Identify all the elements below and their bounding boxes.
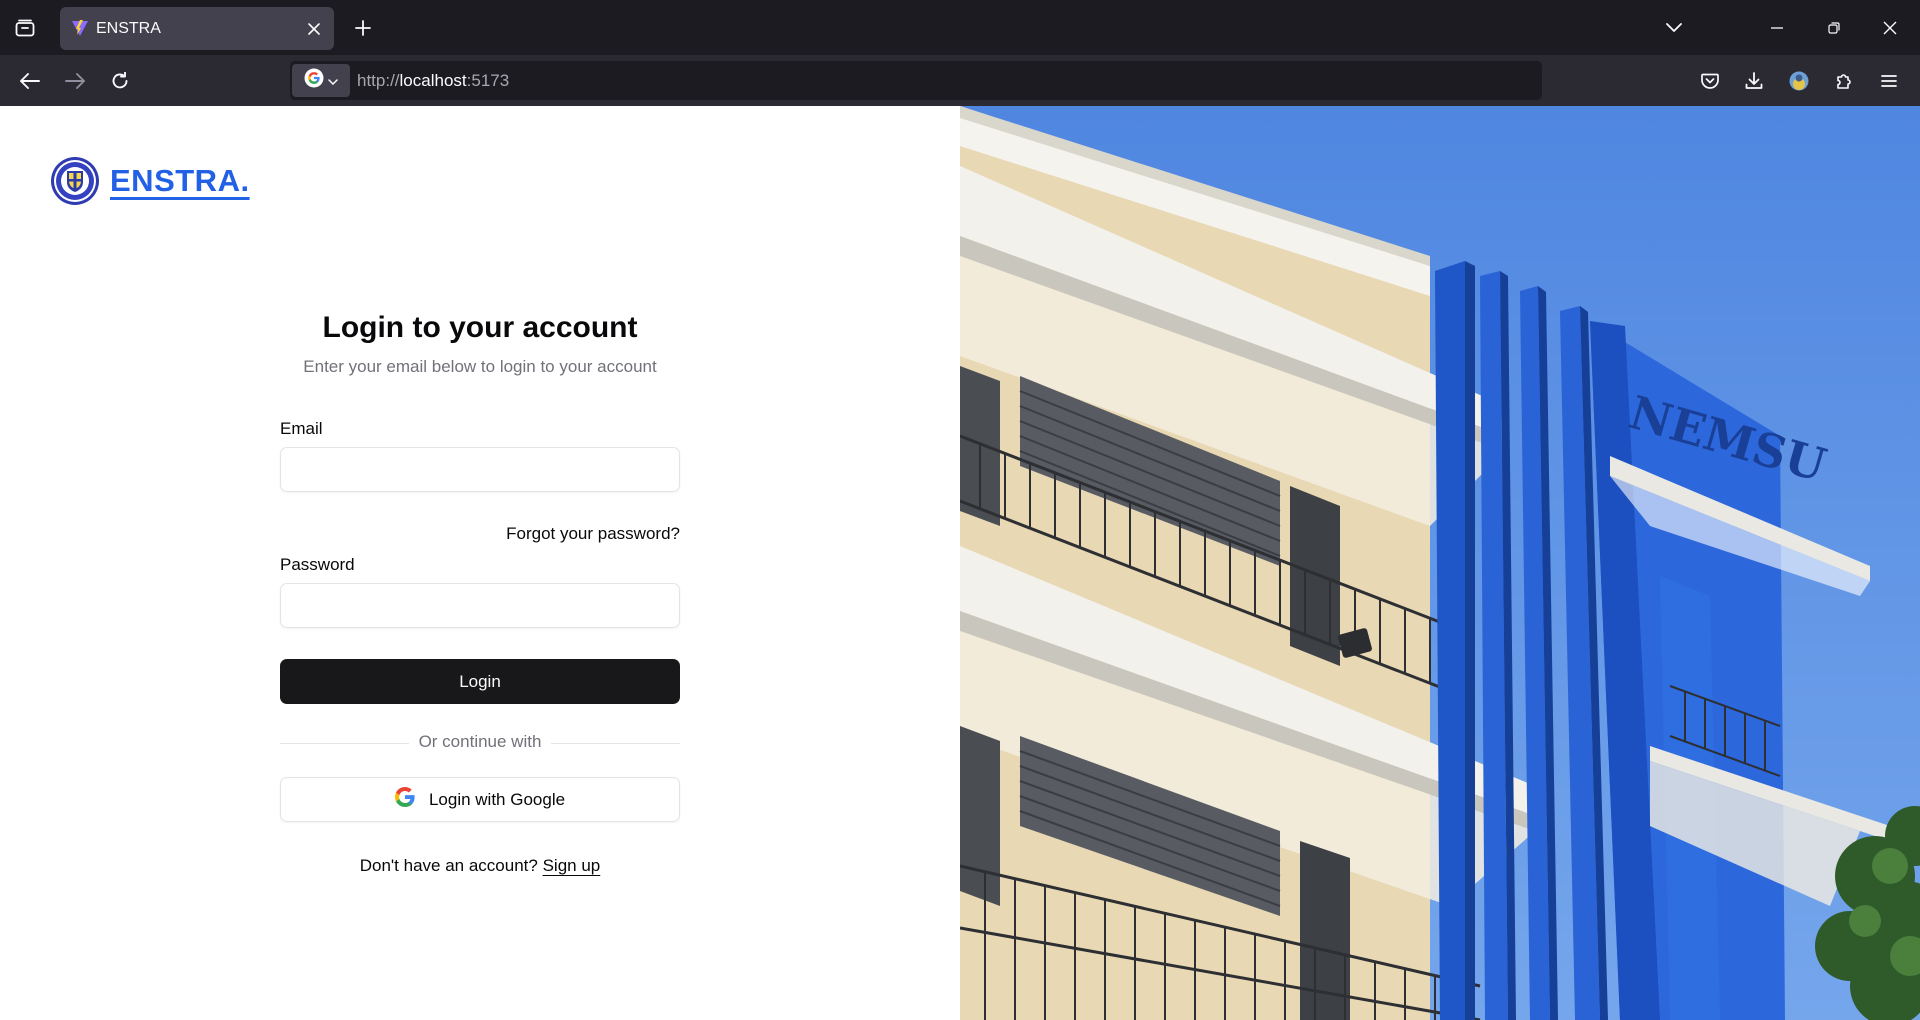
campus-building-photo: NEMSU: [960, 106, 1920, 1020]
search-engine-button[interactable]: [292, 64, 350, 97]
close-window-icon[interactable]: [1870, 10, 1910, 46]
page-content: ENSTRA. Login to your account Enter your…: [0, 106, 1920, 1020]
forgot-row: Forgot your password?: [280, 524, 680, 546]
url-text[interactable]: http://localhost:5173: [357, 71, 509, 91]
page-subtitle: Enter your email below to login to your …: [303, 357, 657, 376]
downloads-icon[interactable]: [1737, 64, 1771, 98]
chevron-down-icon: [328, 72, 338, 90]
list-all-tabs-chevron-icon[interactable]: [1654, 10, 1694, 46]
login-button[interactable]: Login: [280, 659, 680, 704]
building-illustration: NEMSU: [960, 106, 1920, 1020]
reload-icon[interactable]: [103, 64, 137, 98]
login-panel: ENSTRA. Login to your account Enter your…: [0, 106, 960, 1020]
pocket-icon[interactable]: [1693, 64, 1727, 98]
forward-arrow-icon[interactable]: [58, 64, 92, 98]
vite-favicon-icon: [71, 19, 89, 37]
signup-link[interactable]: Sign up: [543, 856, 601, 875]
browser-tab[interactable]: ENSTRA: [60, 7, 334, 50]
brand-home-link[interactable]: ENSTRA.: [50, 156, 250, 206]
login-form: Login to your account Enter your email b…: [280, 311, 680, 876]
back-arrow-icon[interactable]: [13, 64, 47, 98]
email-label: Email: [280, 419, 323, 438]
address-bar[interactable]: http://localhost:5173: [290, 61, 1542, 100]
extensions-puzzle-icon[interactable]: [1827, 64, 1861, 98]
signup-prompt: Don't have an account?: [359, 856, 538, 875]
google-g-icon: [394, 787, 415, 812]
brand-name: ENSTRA.: [110, 163, 250, 198]
browser-nav-bar: http://localhost:5173: [0, 55, 1920, 106]
close-tab-icon[interactable]: [302, 17, 326, 41]
page-title: Login to your account: [322, 311, 638, 344]
new-tab-icon[interactable]: [348, 13, 378, 43]
signup-row: Don't have an account? Sign up: [280, 856, 680, 876]
tab-title: ENSTRA: [96, 20, 161, 37]
email-field[interactable]: [280, 447, 680, 492]
divider-text: Or continue with: [408, 732, 552, 751]
forgot-password-link[interactable]: Forgot your password?: [506, 524, 680, 543]
login-with-google-button[interactable]: Login with Google: [280, 777, 680, 822]
tab-list-icon[interactable]: [10, 13, 40, 43]
password-label: Password: [280, 555, 355, 574]
google-g-icon: [304, 68, 324, 93]
google-button-label: Login with Google: [428, 789, 566, 809]
minimize-icon[interactable]: [1757, 10, 1797, 46]
school-seal-logo-icon: [50, 156, 100, 206]
password-field[interactable]: [280, 583, 680, 628]
restore-icon[interactable]: [1814, 10, 1854, 46]
profile-avatar-icon[interactable]: [1782, 64, 1816, 98]
browser-tab-bar: ENSTRA: [0, 0, 1920, 55]
menu-hamburger-icon[interactable]: [1872, 64, 1906, 98]
or-divider: Or continue with: [280, 732, 680, 754]
